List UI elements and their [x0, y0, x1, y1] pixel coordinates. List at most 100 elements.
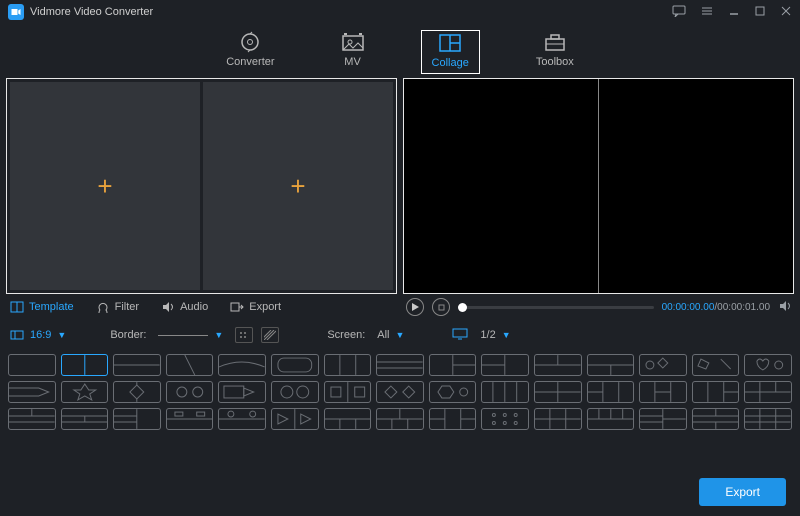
border-label: Border:	[110, 329, 146, 341]
chevron-down-icon: ▼	[214, 330, 223, 340]
feedback-icon[interactable]	[672, 5, 686, 20]
template-item[interactable]	[481, 381, 529, 403]
template-item[interactable]	[271, 354, 319, 376]
template-item[interactable]	[61, 408, 109, 430]
volume-icon[interactable]	[778, 300, 792, 315]
tab-toolbox[interactable]: Toolbox	[526, 30, 584, 72]
template-item[interactable]	[376, 381, 424, 403]
screen-label: Screen:	[327, 329, 365, 341]
template-item[interactable]	[744, 381, 792, 403]
tab-converter-label: Converter	[226, 56, 274, 68]
template-item[interactable]	[587, 408, 635, 430]
filter-icon	[96, 301, 110, 313]
pager-dropdown[interactable]: 1/2 ▼	[476, 327, 514, 343]
template-item[interactable]	[166, 408, 214, 430]
template-item[interactable]	[113, 381, 161, 403]
template-item[interactable]	[324, 354, 372, 376]
app-title: Vidmore Video Converter	[30, 6, 153, 18]
progress-handle[interactable]	[458, 303, 467, 312]
template-item[interactable]	[324, 381, 372, 403]
border-hatch-button[interactable]	[261, 327, 279, 343]
template-item[interactable]	[113, 408, 161, 430]
template-item[interactable]	[534, 381, 582, 403]
minimize-icon[interactable]	[728, 5, 740, 20]
tab-toolbox-label: Toolbox	[536, 56, 574, 68]
template-item[interactable]	[8, 408, 56, 430]
mv-icon	[341, 32, 365, 52]
app-logo	[8, 4, 24, 20]
screen-dropdown[interactable]: All ▼	[373, 327, 408, 343]
aspect-ratio-dropdown[interactable]: 16:9 ▼	[10, 329, 66, 341]
timecode: 00:00:00.00/00:00:01.00	[662, 302, 770, 313]
template-item[interactable]	[587, 381, 635, 403]
mode-tabs: Converter MV Collage Toolbox	[0, 24, 800, 78]
canvas-slot-1[interactable]: +	[10, 82, 200, 290]
pager-value: 1/2	[480, 329, 495, 341]
monitor-icon	[452, 328, 468, 343]
template-item[interactable]	[218, 381, 266, 403]
template-item[interactable]	[692, 381, 740, 403]
template-item[interactable]	[639, 408, 687, 430]
template-item[interactable]	[271, 381, 319, 403]
aspect-ratio-value: 16:9	[30, 329, 51, 341]
template-item[interactable]	[218, 354, 266, 376]
border-style-dropdown[interactable]: ▼	[154, 328, 227, 342]
template-item[interactable]	[481, 408, 529, 430]
template-item[interactable]	[8, 354, 56, 376]
template-item[interactable]	[744, 408, 792, 430]
preview-panel	[403, 78, 794, 294]
template-item[interactable]	[429, 408, 477, 430]
template-item[interactable]	[639, 354, 687, 376]
canvas-slot-2[interactable]: +	[203, 82, 393, 290]
collage-icon	[438, 33, 462, 53]
template-item[interactable]	[587, 354, 635, 376]
tab-converter[interactable]: Converter	[216, 30, 284, 72]
template-item[interactable]	[692, 354, 740, 376]
subtabs-row: Template Filter Audio Export	[0, 294, 800, 320]
template-item[interactable]	[534, 354, 582, 376]
template-item[interactable]	[429, 381, 477, 403]
close-icon[interactable]	[780, 5, 792, 20]
chevron-down-icon: ▼	[57, 330, 66, 340]
template-item[interactable]	[61, 381, 109, 403]
template-item[interactable]	[324, 408, 372, 430]
subtab-export[interactable]: Export	[230, 301, 281, 313]
maximize-icon[interactable]	[754, 5, 766, 20]
subtab-audio[interactable]: Audio	[161, 301, 208, 313]
template-item[interactable]	[113, 354, 161, 376]
collage-subtabs: Template Filter Audio Export	[0, 301, 398, 313]
menu-icon[interactable]	[700, 5, 714, 20]
template-options: 16:9 ▼ Border: ▼ Screen: All ▼ 1/2 ▼	[0, 320, 800, 350]
border-line-preview	[158, 335, 208, 336]
template-item[interactable]	[166, 354, 214, 376]
template-item[interactable]	[481, 354, 529, 376]
template-item[interactable]	[376, 408, 424, 430]
preview-slot-2	[599, 79, 793, 293]
add-icon: +	[290, 171, 305, 202]
export-button[interactable]: Export	[699, 478, 786, 506]
subtab-template[interactable]: Template	[10, 301, 74, 313]
stop-button[interactable]	[432, 298, 450, 316]
subtab-filter[interactable]: Filter	[96, 301, 139, 313]
template-item[interactable]	[8, 381, 56, 403]
chevron-down-icon: ▼	[396, 330, 405, 340]
progress-bar[interactable]	[458, 306, 654, 309]
border-pattern-button[interactable]	[235, 327, 253, 343]
template-item[interactable]	[639, 381, 687, 403]
tab-collage[interactable]: Collage	[421, 30, 480, 74]
toolbox-icon	[543, 32, 567, 52]
subtab-filter-label: Filter	[115, 301, 139, 313]
play-button[interactable]	[406, 298, 424, 316]
chevron-down-icon: ▼	[502, 330, 511, 340]
template-item[interactable]	[271, 408, 319, 430]
template-item[interactable]	[218, 408, 266, 430]
template-item[interactable]	[534, 408, 582, 430]
template-item[interactable]	[376, 354, 424, 376]
template-item[interactable]	[692, 408, 740, 430]
template-item[interactable]	[166, 381, 214, 403]
tab-mv[interactable]: MV	[331, 30, 375, 72]
template-item[interactable]	[61, 354, 109, 376]
template-item[interactable]	[429, 354, 477, 376]
template-item[interactable]	[744, 354, 792, 376]
subtab-template-label: Template	[29, 301, 74, 313]
